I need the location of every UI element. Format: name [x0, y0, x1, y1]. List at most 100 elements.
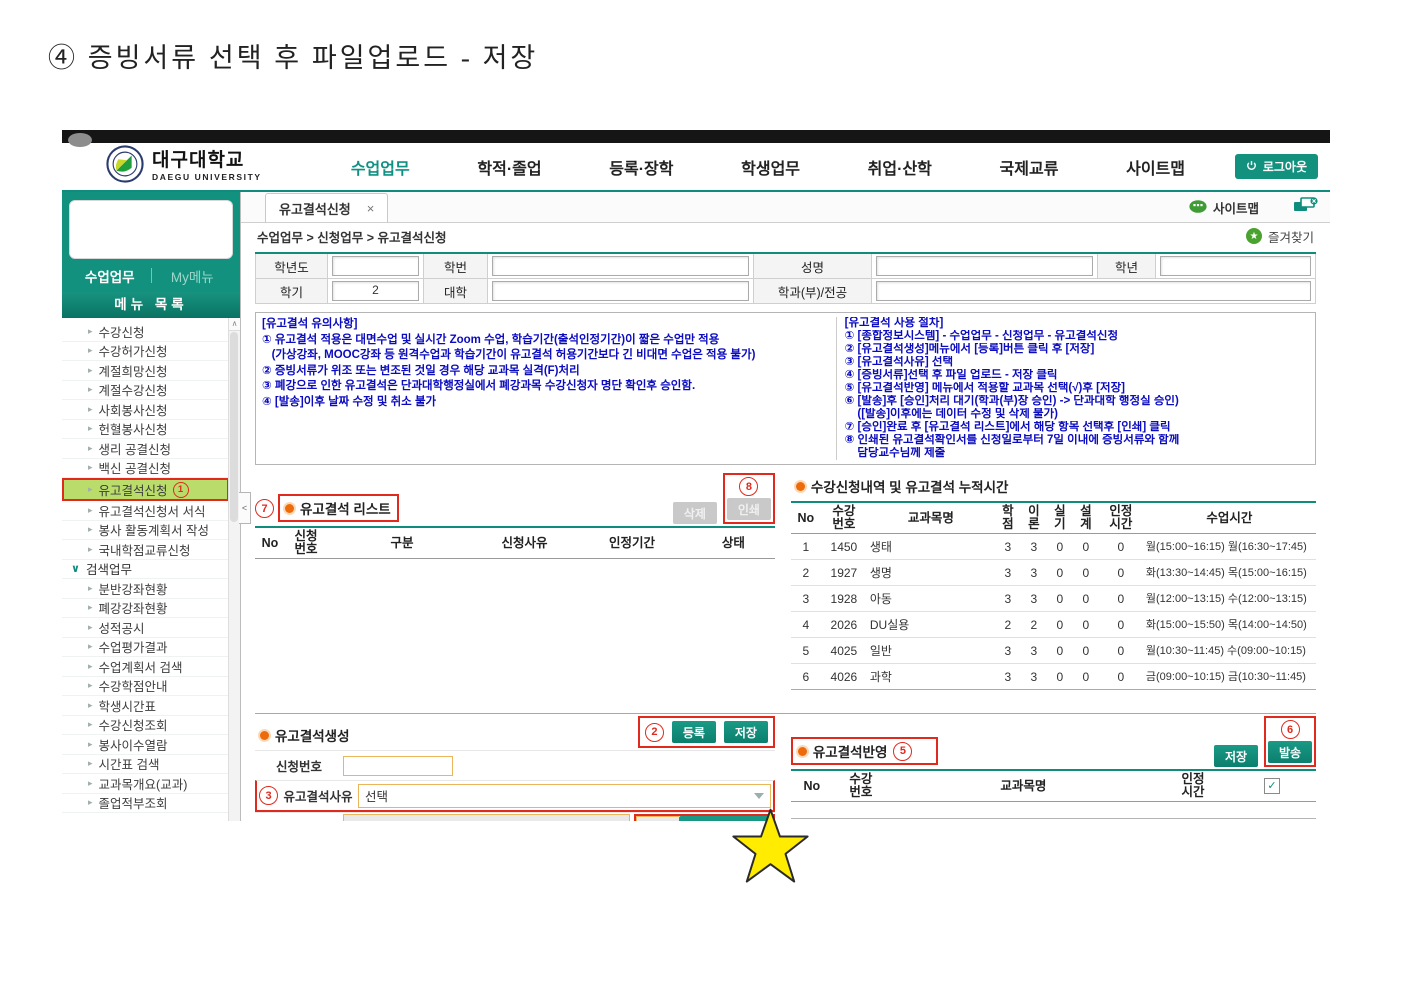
college-input[interactable] [492, 281, 749, 301]
university-logo-icon [106, 145, 144, 188]
notice-procedure-line: ③ [유고결석사유] 선택 [845, 356, 1309, 369]
enrollment-cell: 3 [1021, 638, 1047, 664]
sidebar-item[interactable]: ▸학생시간표 [62, 696, 229, 716]
top-nav-item[interactable]: 취업·산학 [868, 155, 932, 179]
arrow-right-icon: ▸ [88, 797, 93, 808]
tab-absence-request[interactable]: 유고결석신청 × [265, 193, 388, 222]
sidebar-item-label: 교과목개요(교과) [99, 774, 188, 793]
notice-procedure-line: 담당교수님께 제출 [845, 447, 1309, 460]
student-info-form: 학년도 학번 성명 학년 학기 2 대학 학과(부)/전공 [255, 252, 1316, 304]
save-button[interactable]: 저장 [724, 721, 768, 743]
enrollment-cell: 0 [1047, 664, 1073, 690]
sidebar-item[interactable]: ▸백신 공결신청 [62, 459, 229, 479]
sitemap-button[interactable]: 사이트맵 [1189, 198, 1259, 217]
sidebar-item[interactable]: ▸수강신청 [62, 322, 229, 342]
scroll-up-icon[interactable]: ∧ [229, 318, 240, 331]
top-nav-item[interactable]: 학적·졸업 [477, 155, 541, 179]
year-input[interactable] [332, 256, 419, 276]
logout-button[interactable]: 로그아웃 [1235, 154, 1318, 179]
arrow-right-icon: ▸ [88, 384, 93, 395]
sidebar-item[interactable]: ▸졸업적부조회 [62, 794, 229, 814]
sidebar-item[interactable]: ▸ 계절수강신청 [62, 381, 229, 401]
name-input[interactable] [876, 256, 1093, 276]
print-annotation-box: 8 인쇄 [723, 473, 775, 524]
sidebar-item[interactable]: ▸헌혈봉사신청 [62, 420, 229, 440]
student-id-label: 학번 [424, 253, 488, 279]
sidebar-item[interactable]: ▸수강학점안내 [62, 677, 229, 697]
sidebar-item[interactable]: ▸생리 공결신청 [62, 439, 229, 459]
column-header: No [255, 527, 285, 559]
sidebar-item[interactable]: ▸성적공시 [62, 618, 229, 638]
send-button[interactable]: 발송 [1268, 741, 1312, 763]
sidebar-item[interactable]: ▸시간표 검색 [62, 755, 229, 775]
sidebar-item[interactable]: ▸수강신청조회 [62, 716, 229, 736]
checkbox-checked[interactable]: ✓ [1264, 778, 1280, 794]
enrollment-cell: 1 [791, 534, 821, 560]
sidebar-item[interactable]: ▸폐강강좌현황 [62, 599, 229, 619]
top-nav-item[interactable]: 사이트맵 [1126, 155, 1185, 179]
sidebar-item[interactable]: ▸국내학점교류신청 [62, 540, 229, 560]
request-no-input[interactable] [343, 756, 453, 776]
sidebar-item-label: 계절수강신청 [99, 380, 168, 399]
sidebar-item-label: 검색업무 [86, 559, 132, 578]
sidebar-item[interactable]: ▸사회봉사신청 [62, 400, 229, 420]
arrow-right-icon: ▸ [88, 544, 93, 555]
annotation-1: 1 [173, 482, 189, 498]
sidebar-item[interactable]: ▸교과목개요(교과) [62, 774, 229, 794]
top-nav-item[interactable]: 수업업무 [351, 155, 410, 179]
register-button[interactable]: 등록 [672, 721, 716, 743]
sidebar-item[interactable]: ▸봉사이수열람 [62, 735, 229, 755]
enrollment-cell: 화(13:30~14:45) 목(15:00~16:15) [1143, 560, 1316, 586]
section-bullet-icon [798, 747, 807, 756]
sidebar-item[interactable]: ▸수업평가결과 [62, 638, 229, 658]
top-nav-item[interactable]: 국제교류 [1000, 155, 1059, 179]
sidebar-tab-work[interactable]: 수업업무 [69, 266, 151, 286]
notice-procedure: [유고결석 사용 절차] ① [종합정보시스템] - 수업업무 - 신청업무 -… [836, 317, 1309, 460]
window-control-blob [68, 133, 92, 147]
sidebar-item-label: 수강허가신청 [99, 341, 168, 360]
sidebar-item-label: 사회봉사신청 [99, 400, 168, 419]
enrollment-cell: 4 [791, 612, 821, 638]
absence-apply-section: 유고결석반영 5 저장 6 발송 [791, 716, 1316, 821]
top-nav-item[interactable]: 학생업무 [741, 155, 800, 179]
sidebar-item-label: 성적공시 [99, 618, 145, 637]
sidebar-item[interactable]: ∨검색업무 [62, 560, 229, 580]
sidebar-item-label: 수업평가결과 [99, 637, 168, 656]
top-nav-item[interactable]: 등록·장학 [609, 155, 673, 179]
name-label: 성명 [754, 253, 872, 279]
sidebar-item-label: 유고결석신청 [99, 480, 168, 499]
notice-box: [유고결석 유의사항] ① 유고결석 적용은 대면수업 및 실시간 Zoom 수… [255, 312, 1316, 465]
absence-apply-table: No수강 번호교과목명인정 시간✓ [791, 769, 1316, 802]
reason-select[interactable]: 선택 [358, 784, 771, 808]
sidebar-item[interactable]: ▸수업계획서 검색 [62, 657, 229, 677]
column-header: 교과목명 [867, 502, 995, 534]
student-id-input[interactable] [492, 256, 749, 276]
apply-save-button[interactable]: 저장 [1214, 745, 1258, 767]
semester-input[interactable]: 2 [332, 281, 419, 301]
enrollment-cell: 월(10:30~11:45) 수(09:00~10:15) [1143, 638, 1316, 664]
print-button[interactable]: 인쇄 [727, 498, 771, 520]
sidebar-item-label: 분반강좌현황 [99, 579, 168, 598]
breadcrumb-row: 수업업무 > 신청업무 > 유고결석신청 ★ 즐겨찾기 [241, 223, 1330, 249]
sidebar-item[interactable]: ▸유고결석신청서 서식 [62, 501, 229, 521]
sidebar-item[interactable]: ▸분반강좌현황 [62, 579, 229, 599]
power-icon [1246, 160, 1257, 174]
dept-input[interactable] [876, 281, 1311, 301]
enrollment-cell: 5 [791, 638, 821, 664]
close-icon[interactable]: × [367, 201, 375, 216]
sidebar-item[interactable]: ▸유고결석신청1 [62, 478, 229, 501]
sidebar-collapse-handle[interactable]: < [239, 492, 251, 524]
sidebar-item[interactable]: ▸수강허가신청 [62, 342, 229, 362]
sidebar-scrollbar[interactable]: ∧ [228, 318, 240, 821]
sidebar-item[interactable]: ▸계절희망신청 [62, 361, 229, 381]
grade-input[interactable] [1160, 256, 1311, 276]
favorite-button[interactable]: ★ 즐겨찾기 [1246, 227, 1314, 246]
column-header: No [791, 770, 833, 802]
enrollment-cell: 0 [1073, 560, 1099, 586]
multi-window-icon[interactable] [1293, 197, 1318, 218]
sidebar-tab-mymenu[interactable]: My메뉴 [152, 266, 234, 286]
scrollbar-thumb[interactable] [230, 332, 238, 522]
reason-textarea[interactable] [343, 814, 630, 821]
delete-button[interactable]: 삭제 [673, 502, 717, 524]
sidebar-item[interactable]: ▸봉사 활동계획서 작성 [62, 521, 229, 541]
